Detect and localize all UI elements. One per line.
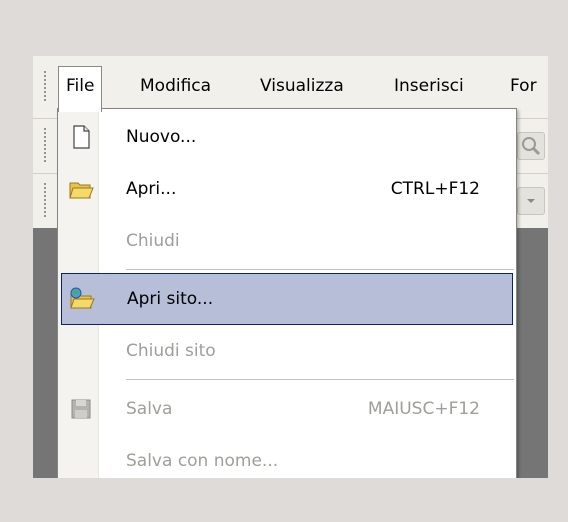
menu-modifica[interactable]: Modifica bbox=[133, 66, 218, 106]
menu-file[interactable]: File bbox=[58, 66, 103, 112]
menu-item-chiudi[interactable]: Chiudi bbox=[58, 215, 516, 267]
menu-item-apri-sito[interactable]: Apri sito... bbox=[61, 273, 513, 325]
menu-separator bbox=[126, 379, 514, 380]
menu-item-label: Chiudi bbox=[126, 231, 180, 251]
menu-item-salva-con-nome[interactable]: Salva con nome... bbox=[58, 435, 516, 478]
menu-visualizza[interactable]: Visualizza bbox=[253, 66, 351, 106]
menu-inserisci[interactable]: Inserisci bbox=[387, 66, 471, 106]
menubar-gripper[interactable] bbox=[43, 70, 47, 102]
toolbar-gripper[interactable] bbox=[43, 127, 47, 163]
menu-item-label: Salva bbox=[126, 399, 173, 419]
toolbar-gripper[interactable] bbox=[43, 182, 47, 218]
new-document-icon bbox=[73, 125, 90, 149]
toolbar-dropdown[interactable] bbox=[517, 187, 545, 215]
toolbar-button[interactable] bbox=[517, 132, 545, 160]
menu-item-salva[interactable]: Salva MAIUSC+F12 bbox=[58, 383, 516, 435]
open-site-icon bbox=[70, 287, 95, 309]
menu-visualizza-label: Visualizza bbox=[260, 76, 344, 96]
menu-item-label: Apri... bbox=[126, 179, 177, 199]
menu-inserisci-label: Inserisci bbox=[394, 76, 464, 96]
menu-item-shortcut: CTRL+F12 bbox=[390, 179, 480, 199]
menu-formato[interactable]: For bbox=[503, 66, 544, 106]
save-disk-icon bbox=[71, 399, 91, 419]
open-folder-icon bbox=[69, 182, 94, 199]
menu-item-label: Salva con nome... bbox=[126, 451, 279, 471]
menu-item-label: Chiudi sito bbox=[126, 341, 216, 361]
menu-modifica-label: Modifica bbox=[140, 76, 212, 96]
menu-file-label: File bbox=[66, 76, 95, 96]
menu-item-apri[interactable]: Apri... CTRL+F12 bbox=[58, 163, 516, 215]
menu-formato-label: For bbox=[510, 76, 537, 96]
menu-item-chiudi-sito[interactable]: Chiudi sito bbox=[58, 325, 516, 377]
menu-item-nuovo[interactable]: Nuovo... bbox=[58, 111, 516, 163]
menu-item-label: Nuovo... bbox=[126, 127, 197, 147]
search-icon bbox=[522, 137, 541, 156]
chevron-down-icon bbox=[527, 199, 535, 203]
app-window: File Modifica Visualizza Inserisci For N… bbox=[33, 56, 548, 478]
menu-item-label: Apri sito... bbox=[127, 289, 214, 309]
menu-item-shortcut: MAIUSC+F12 bbox=[367, 399, 480, 419]
menu-separator bbox=[126, 269, 514, 270]
file-menu-dropdown: Nuovo... Apri... CTRL+F12 Chiudi Apri si… bbox=[57, 108, 517, 478]
